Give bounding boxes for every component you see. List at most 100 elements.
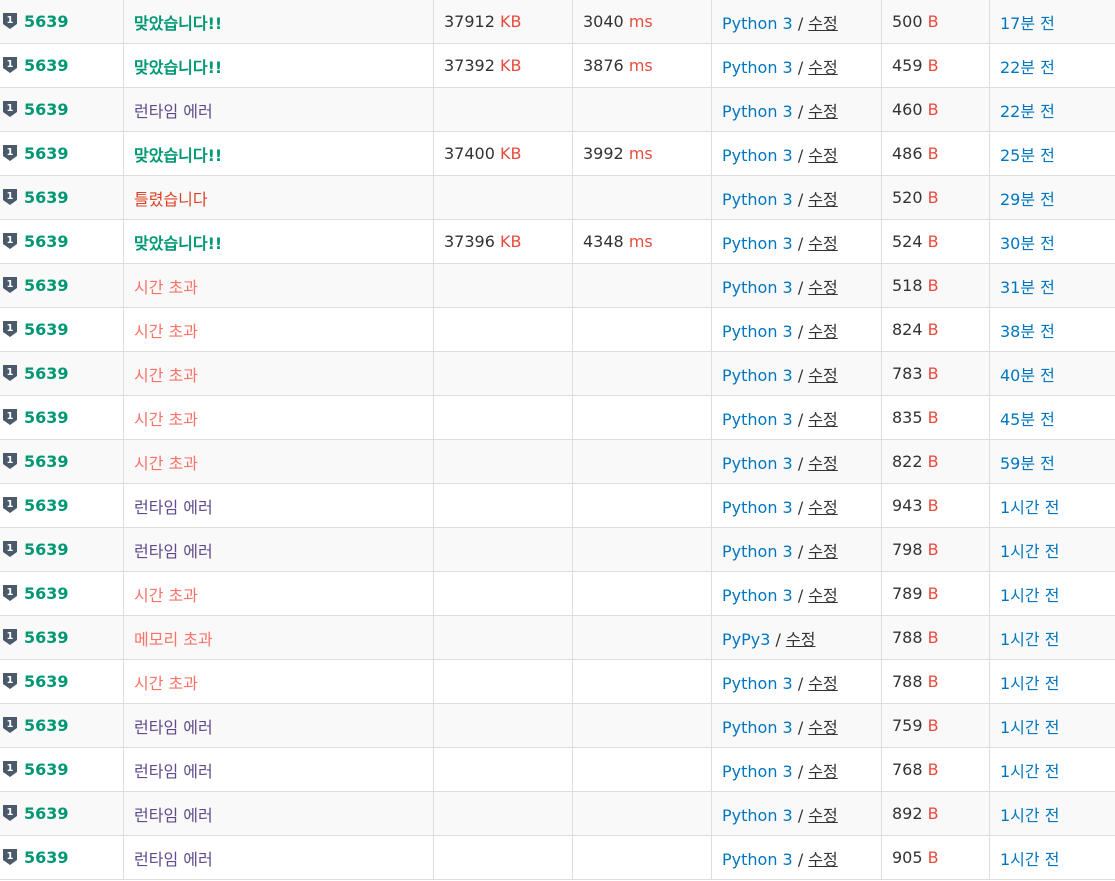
result-text[interactable]: 시간 초과 xyxy=(134,366,198,385)
submitted-time-link[interactable]: 30분 전 xyxy=(1000,234,1055,253)
language-link[interactable]: Python 3 xyxy=(722,718,793,737)
result-text[interactable]: 맞았습니다!! xyxy=(134,234,222,253)
problem-link[interactable]: 5639 xyxy=(24,496,69,515)
edit-link[interactable]: 수정 xyxy=(808,498,837,517)
language-link[interactable]: Python 3 xyxy=(722,762,793,781)
language-link[interactable]: Python 3 xyxy=(722,278,793,297)
result-text[interactable]: 런타임 에러 xyxy=(134,498,213,517)
submitted-time-link[interactable]: 1시간 전 xyxy=(1000,718,1059,737)
problem-link[interactable]: 5639 xyxy=(24,408,69,427)
submitted-time-link[interactable]: 40분 전 xyxy=(1000,366,1055,385)
edit-link[interactable]: 수정 xyxy=(808,850,837,869)
result-text[interactable]: 시간 초과 xyxy=(134,586,198,605)
language-link[interactable]: Python 3 xyxy=(722,146,793,165)
submitted-time-link[interactable]: 45분 전 xyxy=(1000,410,1055,429)
edit-link[interactable]: 수정 xyxy=(808,366,837,385)
edit-link[interactable]: 수정 xyxy=(808,410,837,429)
edit-link[interactable]: 수정 xyxy=(808,102,837,121)
edit-link[interactable]: 수정 xyxy=(808,14,837,33)
problem-link[interactable]: 5639 xyxy=(24,452,69,471)
problem-link[interactable]: 5639 xyxy=(24,540,69,559)
submitted-time-link[interactable]: 1시간 전 xyxy=(1000,542,1059,561)
result-text[interactable]: 시간 초과 xyxy=(134,322,198,341)
edit-link[interactable]: 수정 xyxy=(808,234,837,253)
language-link[interactable]: Python 3 xyxy=(722,850,793,869)
result-text[interactable]: 시간 초과 xyxy=(134,410,198,429)
submitted-time-link[interactable]: 1시간 전 xyxy=(1000,498,1059,517)
language-link[interactable]: Python 3 xyxy=(722,674,793,693)
edit-link[interactable]: 수정 xyxy=(808,58,837,77)
problem-link[interactable]: 5639 xyxy=(24,320,69,339)
edit-link[interactable]: 수정 xyxy=(808,806,837,825)
submitted-time-link[interactable]: 59분 전 xyxy=(1000,454,1055,473)
language-link[interactable]: Python 3 xyxy=(722,190,793,209)
problem-link[interactable]: 5639 xyxy=(24,628,69,647)
edit-link[interactable]: 수정 xyxy=(808,718,837,737)
problem-link[interactable]: 5639 xyxy=(24,716,69,735)
submitted-time-link[interactable]: 25분 전 xyxy=(1000,146,1055,165)
language-link[interactable]: Python 3 xyxy=(722,586,793,605)
problem-link[interactable]: 5639 xyxy=(24,12,69,31)
edit-link[interactable]: 수정 xyxy=(808,542,837,561)
submitted-time-link[interactable]: 29분 전 xyxy=(1000,190,1055,209)
problem-link[interactable]: 5639 xyxy=(24,364,69,383)
result-text[interactable]: 맞았습니다!! xyxy=(134,58,222,77)
problem-link[interactable]: 5639 xyxy=(24,848,69,867)
result-text[interactable]: 메모리 초과 xyxy=(134,630,213,649)
result-text[interactable]: 틀렸습니다 xyxy=(134,190,208,209)
language-link[interactable]: Python 3 xyxy=(722,542,793,561)
problem-link[interactable]: 5639 xyxy=(24,188,69,207)
edit-link[interactable]: 수정 xyxy=(808,674,837,693)
problem-link[interactable]: 5639 xyxy=(24,100,69,119)
submitted-time-link[interactable]: 1시간 전 xyxy=(1000,630,1059,649)
edit-link[interactable]: 수정 xyxy=(808,190,837,209)
edit-link[interactable]: 수정 xyxy=(786,630,815,649)
problem-link[interactable]: 5639 xyxy=(24,144,69,163)
problem-link[interactable]: 5639 xyxy=(24,276,69,295)
submitted-time-link[interactable]: 1시간 전 xyxy=(1000,850,1059,869)
problem-link[interactable]: 5639 xyxy=(24,232,69,251)
language-link[interactable]: Python 3 xyxy=(722,806,793,825)
edit-link[interactable]: 수정 xyxy=(808,586,837,605)
result-text[interactable]: 런타임 에러 xyxy=(134,542,213,561)
edit-link[interactable]: 수정 xyxy=(808,322,837,341)
language-link[interactable]: Python 3 xyxy=(722,322,793,341)
result-text[interactable]: 런타임 에러 xyxy=(134,718,213,737)
submitted-time-link[interactable]: 1시간 전 xyxy=(1000,586,1059,605)
result-text[interactable]: 런타임 에러 xyxy=(134,850,213,869)
language-link[interactable]: Python 3 xyxy=(722,102,793,121)
result-text[interactable]: 런타임 에러 xyxy=(134,806,213,825)
submitted-time-link[interactable]: 22분 전 xyxy=(1000,102,1055,121)
language-link[interactable]: Python 3 xyxy=(722,454,793,473)
submitted-time-link[interactable]: 1시간 전 xyxy=(1000,674,1059,693)
result-text[interactable]: 런타임 에러 xyxy=(134,102,213,121)
result-text[interactable]: 시간 초과 xyxy=(134,674,198,693)
language-link[interactable]: Python 3 xyxy=(722,14,793,33)
submitted-time-link[interactable]: 38분 전 xyxy=(1000,322,1055,341)
edit-link[interactable]: 수정 xyxy=(808,278,837,297)
submitted-time-link[interactable]: 22분 전 xyxy=(1000,58,1055,77)
language-link[interactable]: Python 3 xyxy=(722,366,793,385)
language-link[interactable]: Python 3 xyxy=(722,58,793,77)
submitted-time-link[interactable]: 17분 전 xyxy=(1000,14,1055,33)
submitted-time-link[interactable]: 1시간 전 xyxy=(1000,762,1059,781)
problem-link[interactable]: 5639 xyxy=(24,804,69,823)
problem-link[interactable]: 5639 xyxy=(24,672,69,691)
result-text[interactable]: 맞았습니다!! xyxy=(134,14,222,33)
language-link[interactable]: Python 3 xyxy=(722,498,793,517)
result-text[interactable]: 맞았습니다!! xyxy=(134,146,222,165)
result-text[interactable]: 런타임 에러 xyxy=(134,762,213,781)
problem-link[interactable]: 5639 xyxy=(24,584,69,603)
submitted-time-link[interactable]: 1시간 전 xyxy=(1000,806,1059,825)
problem-link[interactable]: 5639 xyxy=(24,56,69,75)
edit-link[interactable]: 수정 xyxy=(808,146,837,165)
language-link[interactable]: Python 3 xyxy=(722,234,793,253)
problem-link[interactable]: 5639 xyxy=(24,760,69,779)
edit-link[interactable]: 수정 xyxy=(808,454,837,473)
result-text[interactable]: 시간 초과 xyxy=(134,278,198,297)
edit-link[interactable]: 수정 xyxy=(808,762,837,781)
submitted-time-link[interactable]: 31분 전 xyxy=(1000,278,1055,297)
language-link[interactable]: PyPy3 xyxy=(722,630,770,649)
language-link[interactable]: Python 3 xyxy=(722,410,793,429)
result-text[interactable]: 시간 초과 xyxy=(134,454,198,473)
